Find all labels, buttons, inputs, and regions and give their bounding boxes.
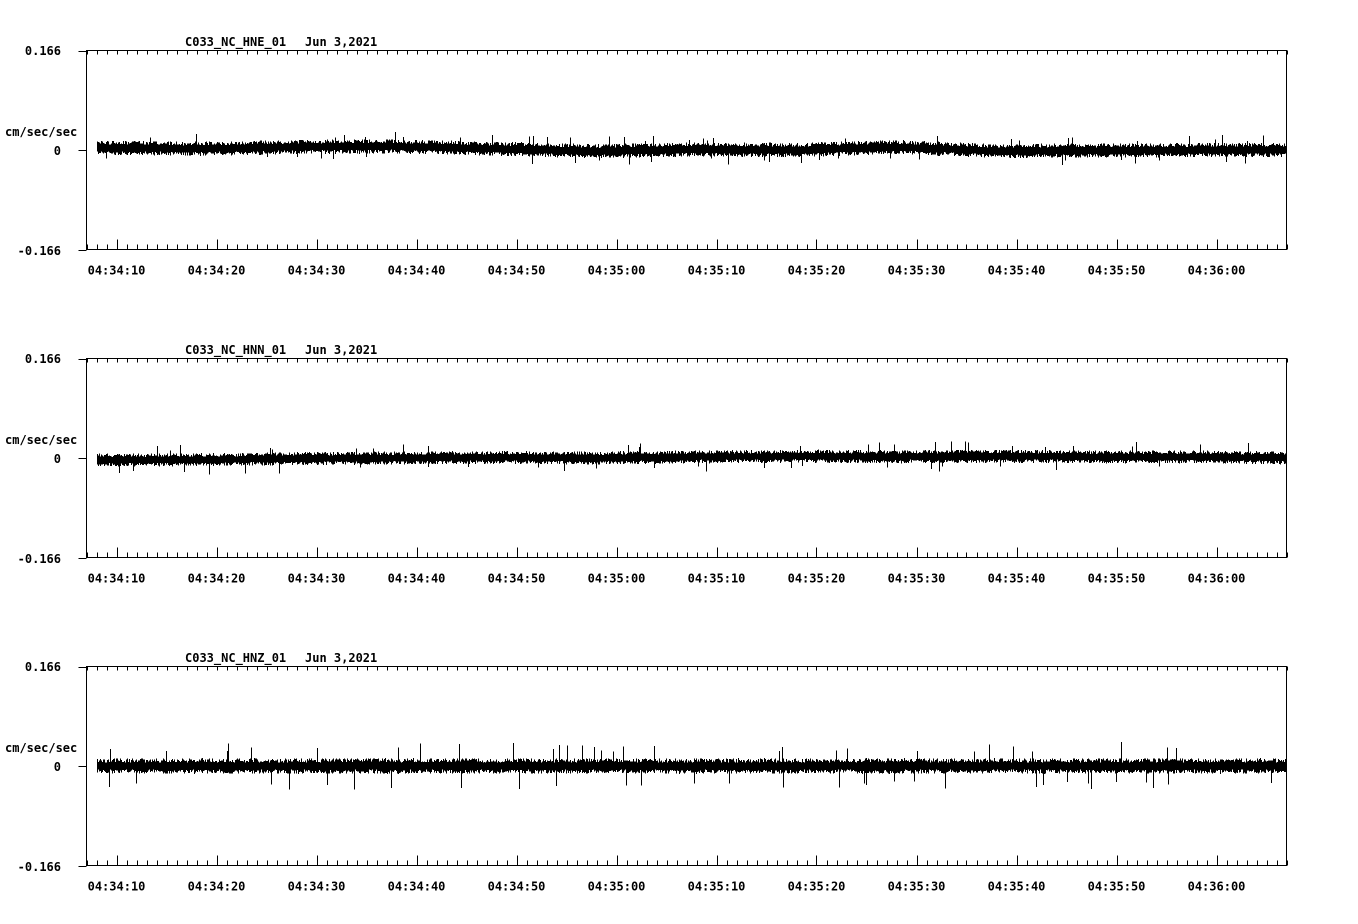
x-tick-label: 04:34:50 [488,572,546,586]
x-tick-label: 04:34:10 [88,264,146,278]
x-tick-label: 04:35:30 [888,572,946,586]
y-tick-label-min: -0.166 [18,244,61,258]
x-tick-label: 04:35:50 [1088,572,1146,586]
panel-hne: C033_NC_HNE_01 Jun 3,2021 cm/sec/sec 0.1… [5,35,1288,278]
x-tick-label: 04:36:00 [1188,572,1246,586]
y-axis-label: cm/sec/sec [5,125,77,139]
x-tick-label: 04:34:50 [488,264,546,278]
x-tick-label: 04:34:20 [188,264,246,278]
x-tick-labels: 04:34:10 04:34:20 04:34:30 04:34:40 04:34:50… [88,264,1246,278]
x-tick-label: 04:35:40 [988,880,1046,894]
y-tick-label-min: -0.166 [18,860,61,874]
y-tick-label-zero: 0 [54,760,61,774]
panel-hnn: C033_NC_HNN_01 Jun 3,2021 cm/sec/sec 0.1… [5,343,1288,586]
x-tick-label: 04:35:10 [688,264,746,278]
x-tick-labels: 04:34:10 04:34:20 04:34:30 04:34:40 04:34:50… [88,880,1246,894]
y-tick-label-zero: 0 [54,452,61,466]
x-tick-label: 04:34:50 [488,880,546,894]
x-tick-label: 04:34:10 [88,880,146,894]
x-tick-label: 04:35:50 [1088,264,1146,278]
channel-title: C033_NC_HNZ_01 [185,651,286,666]
y-tick-label-min: -0.166 [18,552,61,566]
x-tick-label: 04:34:40 [388,572,446,586]
waveform-trace [97,441,1287,475]
y-tick-label-zero: 0 [54,144,61,158]
x-tick-label: 04:35:50 [1088,880,1146,894]
channel-title: C033_NC_HNE_01 [185,35,286,50]
x-tick-label: 04:35:00 [588,264,646,278]
x-tick-labels: 04:34:10 04:34:20 04:34:30 04:34:40 04:34:50… [88,572,1246,586]
seismogram-figure: C033_NC_HNE_01 Jun 3,2021 cm/sec/sec 0.1… [5,35,1288,894]
x-tick-label: 04:35:40 [988,264,1046,278]
x-tick-label: 04:34:30 [288,264,346,278]
x-tick-label: 04:34:40 [388,880,446,894]
panel-hnz: C033_NC_HNZ_01 Jun 3,2021 cm/sec/sec 0.1… [5,651,1288,894]
waveform-trace [97,742,1287,790]
x-tick-label: 04:35:30 [888,880,946,894]
x-tick-label: 04:35:20 [788,880,846,894]
x-tick-label: 04:35:30 [888,264,946,278]
x-tick-label: 04:35:20 [788,264,846,278]
x-tick-label: 04:35:00 [588,572,646,586]
x-tick-label: 04:36:00 [1188,880,1246,894]
x-tick-label: 04:34:40 [388,264,446,278]
x-tick-label: 04:34:20 [188,880,246,894]
x-tick-label: 04:34:30 [288,572,346,586]
x-tick-label: 04:35:20 [788,572,846,586]
x-tick-label: 04:34:10 [88,572,146,586]
x-tick-label: 04:35:10 [688,880,746,894]
y-axis-label: cm/sec/sec [5,433,77,447]
x-tick-label: 04:35:40 [988,572,1046,586]
x-tick-label: 04:35:00 [588,880,646,894]
channel-date: Jun 3,2021 [305,651,377,665]
channel-title: C033_NC_HNN_01 [185,343,286,358]
y-tick-label-max: 0.166 [25,352,61,366]
x-tick-label: 04:34:20 [188,572,246,586]
y-tick-label-max: 0.166 [25,44,61,58]
waveform-trace [97,132,1287,165]
channel-date: Jun 3,2021 [305,35,377,49]
x-tick-label: 04:34:30 [288,880,346,894]
y-tick-label-max: 0.166 [25,660,61,674]
y-axis-label: cm/sec/sec [5,741,77,755]
channel-date: Jun 3,2021 [305,343,377,357]
x-tick-label: 04:36:00 [1188,264,1246,278]
x-tick-label: 04:35:10 [688,572,746,586]
